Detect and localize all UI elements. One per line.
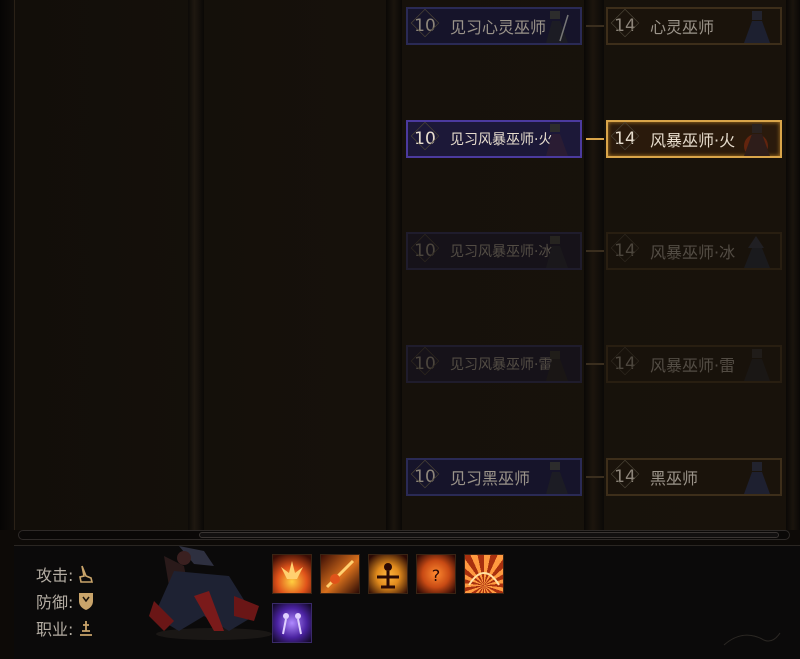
twin-shadow-icon	[282, 613, 302, 635]
tree-connector	[586, 476, 604, 478]
fire-wave-icon	[468, 572, 500, 586]
column-divider	[386, 0, 402, 530]
mage-portrait-icon	[546, 351, 568, 381]
left-edge	[0, 0, 15, 530]
column-divider	[584, 0, 604, 530]
skill-slot-3[interactable]	[368, 554, 408, 594]
class-node-mind-mage[interactable]: 14 心灵巫师	[606, 7, 782, 45]
level-badge: 14	[608, 16, 642, 36]
fire-figure-icon	[377, 563, 399, 589]
column-divider	[786, 0, 800, 530]
level-badge: 10	[408, 354, 442, 374]
level-badge: 10	[408, 129, 442, 149]
tree-connector	[586, 250, 604, 252]
mage-portrait-icon	[744, 462, 770, 494]
class-tree-area: 10 见习心灵巫师 14 心灵巫师 10 见习风暴巫师·火 14 风暴巫师·火 …	[0, 0, 800, 530]
level-badge: 14	[608, 129, 642, 149]
horizontal-scrollbar[interactable]	[18, 530, 790, 540]
mage-portrait-icon	[546, 124, 568, 156]
hero-character-portrait	[149, 546, 272, 640]
skill-slot-6[interactable]	[272, 603, 312, 643]
scrollbar-thumb[interactable]	[199, 532, 779, 538]
class-node-storm-mage-thunder[interactable]: 14 风暴巫师·雷	[606, 345, 782, 383]
class-name: 风暴巫师·冰	[650, 243, 736, 262]
class-stat: 职业:	[36, 616, 95, 640]
level-badge: 14	[608, 354, 642, 374]
mage-portrait-icon	[546, 11, 569, 43]
class-name: 风暴巫师·雷	[650, 356, 736, 375]
svg-text:?: ?	[432, 566, 441, 585]
tree-connector	[586, 138, 604, 140]
attack-label: 攻击:	[36, 566, 74, 585]
character-info-panel: 攻击: 防御: 职业: ?	[14, 545, 800, 659]
column-divider	[188, 0, 204, 530]
class-emblem-icon	[80, 621, 93, 636]
class-name: 见习黑巫师	[450, 469, 531, 488]
shield-icon	[79, 593, 94, 610]
skill-slot-1[interactable]	[272, 554, 312, 594]
class-node-storm-mage-ice[interactable]: 14 风暴巫师·冰	[606, 232, 782, 270]
mage-portrait-icon	[546, 462, 568, 494]
mage-portrait-icon	[744, 349, 770, 381]
skill-slot-2[interactable]	[320, 554, 360, 594]
class-node-apprentice-black-mage[interactable]: 10 见习黑巫师	[406, 458, 582, 496]
mage-portrait-icon	[744, 11, 770, 43]
fire-mystery-icon: ?	[432, 566, 441, 585]
attack-stat: 攻击:	[36, 562, 95, 586]
mage-portrait-icon	[744, 124, 770, 156]
corner-ornament	[723, 632, 781, 646]
class-node-apprentice-storm-mage-thunder[interactable]: 10 见习风暴巫师·雷	[406, 345, 582, 383]
mage-portrait-icon	[744, 236, 770, 268]
class-node-apprentice-storm-mage-fire[interactable]: 10 见习风暴巫师·火	[406, 120, 582, 158]
class-node-apprentice-mind-mage[interactable]: 10 见习心灵巫师	[406, 7, 582, 45]
mage-portrait-icon	[546, 236, 568, 268]
class-node-black-mage[interactable]: 14 黑巫师	[606, 458, 782, 496]
skill-slot-5[interactable]	[464, 554, 504, 594]
level-badge: 14	[608, 241, 642, 261]
class-label: 职业:	[36, 620, 74, 639]
tree-connector	[586, 363, 604, 365]
level-badge: 10	[408, 241, 442, 261]
fire-burst-icon	[281, 561, 303, 579]
level-badge: 10	[408, 467, 442, 487]
class-node-apprentice-storm-mage-ice[interactable]: 10 见习风暴巫师·冰	[406, 232, 582, 270]
class-node-storm-mage-fire[interactable]: 14 风暴巫师·火	[606, 120, 782, 158]
class-name: 黑巫师	[650, 469, 699, 488]
defense-stat: 防御:	[36, 589, 95, 613]
skill-slot-4[interactable]: ?	[416, 554, 456, 594]
class-name: 风暴巫师·火	[650, 131, 736, 150]
flaming-spear-icon	[325, 559, 355, 589]
level-badge: 14	[608, 467, 642, 487]
sword-hand-icon	[79, 565, 94, 583]
defense-label: 防御:	[36, 593, 74, 612]
class-name: 见习心灵巫师	[450, 18, 547, 37]
tree-connector	[586, 25, 604, 27]
class-name: 心灵巫师	[650, 18, 715, 37]
level-badge: 10	[408, 16, 442, 36]
